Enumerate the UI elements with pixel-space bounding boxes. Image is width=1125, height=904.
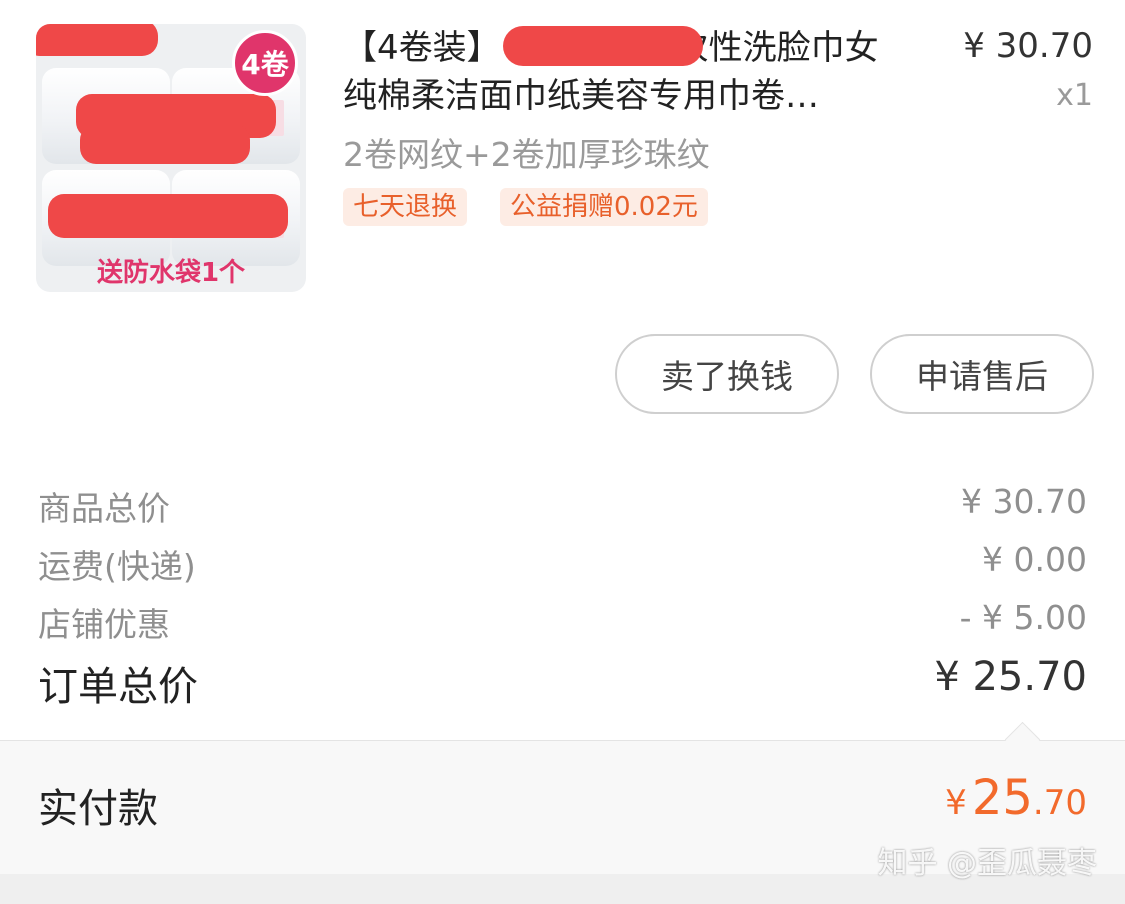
goods-total-value: ¥ 30.70 bbox=[961, 482, 1087, 521]
currency-symbol: ¥ bbox=[945, 783, 967, 823]
shipping-value: ¥ 0.00 bbox=[982, 540, 1087, 579]
title-suffix: 次性洗脸巾女 bbox=[674, 28, 879, 68]
store-discount-label: 店铺优惠 bbox=[38, 605, 170, 644]
title-line-2: 纯棉柔洁面巾纸美容专用巾卷… bbox=[343, 76, 819, 116]
store-discount-value: - ¥ 5.00 bbox=[959, 598, 1087, 637]
paid-amount-label: 实付款 bbox=[38, 786, 158, 832]
resell-button[interactable]: 卖了换钱 bbox=[615, 334, 839, 414]
redaction-mark bbox=[48, 194, 288, 238]
after-sale-button[interactable]: 申请售后 bbox=[870, 334, 1094, 414]
redaction-mark bbox=[80, 124, 250, 164]
unit-price: ¥ 30.70 bbox=[963, 26, 1093, 66]
gift-caption: 送防水袋1个 bbox=[96, 258, 246, 288]
title-prefix: 【4卷装】 bbox=[343, 28, 501, 68]
redaction-mark bbox=[503, 26, 703, 66]
order-total-label: 订单总价 bbox=[38, 664, 198, 710]
tag-seven-day-return: 七天退换 bbox=[343, 188, 468, 226]
redaction-mark bbox=[36, 24, 158, 56]
goods-total-label: 商品总价 bbox=[38, 489, 170, 528]
product-image[interactable]: 4卷 送防水袋1个 bbox=[36, 24, 306, 292]
watermark: 知乎 @歪瓜聂枣 bbox=[877, 846, 1097, 881]
order-total-value: ¥ 25.70 bbox=[934, 654, 1087, 700]
variant-spec: 2卷网纹+2卷加厚珍珠纹 bbox=[343, 135, 710, 174]
shipping-label: 运费(快递) bbox=[38, 547, 196, 586]
quantity: x1 bbox=[1056, 78, 1093, 113]
tag-charity-donation: 公益捐赠0.02元 bbox=[500, 188, 708, 226]
paid-amount-integer: 25 bbox=[971, 770, 1033, 826]
paid-amount-decimal: .70 bbox=[1032, 783, 1087, 823]
paid-amount-value: ¥ 25.70 bbox=[945, 770, 1087, 826]
roll-count-badge: 4卷 bbox=[232, 30, 298, 96]
